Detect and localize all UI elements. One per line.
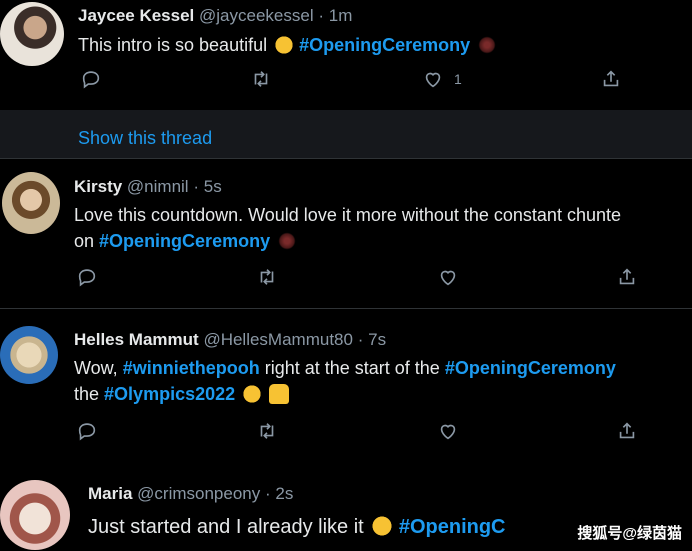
watermark: 搜狐号@绿茵猫: [577, 525, 682, 542]
separator: ·: [357, 330, 364, 349]
hashtag-link[interactable]: #OpeningCeremony: [99, 231, 270, 251]
hashtag-link[interactable]: #OpeningCeremony: [299, 35, 470, 55]
like-button[interactable]: [437, 266, 459, 288]
share-icon: [619, 422, 635, 439]
like-icon: [440, 270, 456, 286]
author-handle[interactable]: @HellesMammut80: [203, 330, 353, 349]
show-thread-link[interactable]: Show this thread: [78, 128, 212, 149]
tweet-text-prefix: the: [74, 384, 100, 404]
like-button[interactable]: [437, 420, 459, 442]
tweet-actions: [0, 266, 692, 296]
author-name[interactable]: Helles Mammut: [74, 330, 199, 349]
tweet-text-middle: right at the start of the: [264, 358, 440, 378]
author-name[interactable]: Maria: [88, 484, 132, 503]
separator: ·: [193, 177, 199, 196]
retweet-icon: [260, 423, 274, 439]
avatar[interactable]: [0, 480, 70, 550]
tweet-header: Jaycee Kessel @jayceekessel · 1m: [78, 6, 352, 26]
author-name[interactable]: Jaycee Kessel: [78, 6, 194, 25]
avatar[interactable]: [0, 2, 64, 66]
share-button[interactable]: [616, 266, 638, 288]
timestamp[interactable]: 7s: [368, 330, 386, 349]
winking-face-emoji-icon: [242, 384, 263, 404]
tweet-text-plain: This intro is so beautiful: [78, 35, 268, 55]
reply-icon: [82, 71, 100, 89]
share-button[interactable]: [600, 68, 622, 90]
tweet-helles[interactable]: Helles Mammut @HellesMammut80 · 7s Wow, …: [0, 310, 692, 460]
avatar[interactable]: [0, 326, 58, 384]
hashtag-link[interactable]: #winniethepooh: [123, 358, 260, 378]
retweet-button[interactable]: [256, 266, 278, 288]
like-count: 1: [454, 71, 462, 87]
timestamp[interactable]: 1m: [329, 6, 353, 25]
smiling-hearts-emoji-icon: [274, 35, 295, 55]
tweet-text-line: on #OpeningCeremony: [74, 228, 621, 254]
tweet-actions: 1: [0, 68, 692, 98]
tweet-text: Love this countdown. Would love it more …: [74, 202, 621, 254]
author-handle[interactable]: @jayceekessel: [199, 6, 314, 25]
reply-button[interactable]: [76, 266, 98, 288]
timestamp[interactable]: 2s: [275, 484, 293, 503]
retweet-icon: [254, 71, 268, 87]
tweet-text: This intro is so beautiful #OpeningCerem…: [78, 32, 498, 58]
tweet-text-prefix: Wow,: [74, 358, 118, 378]
reply-icon: [78, 269, 96, 287]
share-button[interactable]: [616, 420, 638, 442]
divider: [0, 158, 692, 159]
avatar[interactable]: [2, 172, 60, 234]
tweet-text-prefix: on: [74, 231, 95, 251]
like-icon: [440, 424, 456, 440]
thumbs-up-emoji-icon: [269, 384, 290, 404]
author-handle[interactable]: @crimsonpeony: [137, 484, 260, 503]
smiling-face-emoji-icon: [371, 515, 394, 537]
tweet-jaycee[interactable]: Jaycee Kessel @jayceekessel · 1m This in…: [0, 0, 692, 110]
tweet-header: Kirsty @nimnil · 5s: [74, 177, 222, 197]
tweet-header: Helles Mammut @HellesMammut80 · 7s: [74, 330, 386, 350]
retweet-icon: [260, 269, 274, 285]
share-icon: [619, 268, 635, 285]
share-icon: [603, 70, 619, 87]
reply-button[interactable]: [80, 68, 102, 90]
retweet-button[interactable]: [250, 68, 272, 90]
tweet-text-line: Wow, #winniethepooh right at the start o…: [74, 355, 616, 381]
tweet-text: Wow, #winniethepooh right at the start o…: [74, 355, 616, 407]
hashtag-link[interactable]: #OpeningCeremony: [445, 358, 616, 378]
reply-icon: [78, 423, 96, 441]
like-icon: [425, 72, 441, 88]
tweet-text-line: Love this countdown. Would love it more …: [74, 205, 621, 225]
hashtag-link[interactable]: #Olympics2022: [104, 384, 235, 404]
divider: [0, 308, 692, 309]
like-button[interactable]: 1: [422, 68, 462, 90]
separator: ·: [264, 484, 271, 503]
tweet-text-plain: Just started and I already like it: [88, 516, 364, 538]
retweet-button[interactable]: [256, 420, 278, 442]
author-handle[interactable]: @nimnil: [127, 177, 189, 196]
fireworks-emoji-icon: [277, 231, 298, 251]
tweet-header: Maria @crimsonpeony · 2s: [88, 484, 293, 504]
separator: ·: [318, 6, 325, 25]
tweet-text: Just started and I already like it #Open…: [88, 514, 506, 540]
tweet-text-line: the #Olympics2022: [74, 381, 616, 407]
fireworks-emoji-icon: [477, 35, 498, 55]
tweet-actions: [0, 420, 692, 450]
author-name[interactable]: Kirsty: [74, 177, 122, 196]
timestamp[interactable]: 5s: [204, 177, 222, 196]
hashtag-link[interactable]: #OpeningC: [399, 516, 506, 538]
reply-button[interactable]: [76, 420, 98, 442]
tweet-kirsty[interactable]: Kirsty @nimnil · 5s Love this countdown.…: [0, 160, 692, 308]
